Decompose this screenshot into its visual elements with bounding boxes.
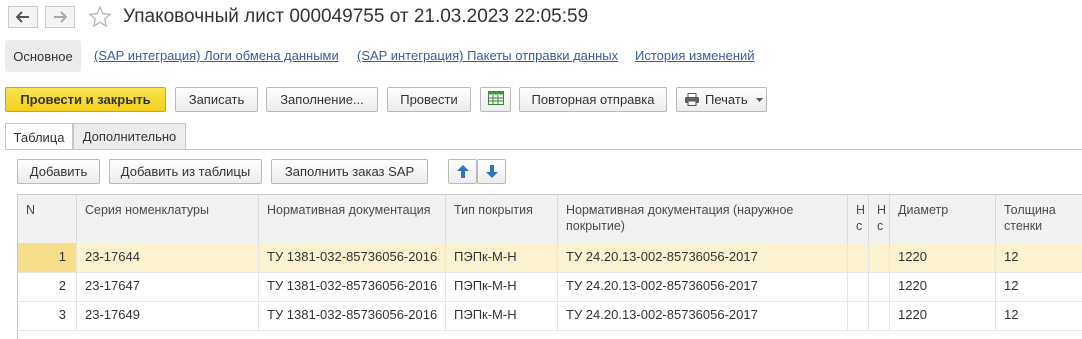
column-header-norm-doc[interactable]: Нормативная документация (259, 195, 446, 243)
section-link-sap-packages[interactable]: (SAP интеграция) Пакеты отправки данных (357, 48, 618, 64)
column-header-norm-doc-outer[interactable]: Нормативная документация (наружное покры… (558, 195, 848, 243)
cell-diameter[interactable]: 1220 (890, 272, 996, 301)
cell-series[interactable]: 23-17647 (77, 272, 259, 301)
cell-diameter[interactable]: 1220 (890, 243, 996, 272)
cell-wall[interactable]: 12 (996, 243, 1082, 272)
cell-series[interactable]: 23-17644 (77, 243, 259, 272)
cell-coating[interactable]: ПЭПк-М-Н (446, 301, 558, 330)
table-row[interactable]: 1 23-17644 ТУ 1381-032-85736056-2016 ПЭП… (18, 243, 1082, 273)
move-up-icon (456, 165, 469, 178)
cell-h1[interactable] (848, 243, 869, 272)
tab-additional[interactable]: Дополнительно (73, 123, 186, 150)
forward-button[interactable] (45, 6, 75, 28)
cell-norm-doc-outer[interactable]: ТУ 24.20.13-002-85736056-2017 (558, 272, 848, 301)
move-up-button[interactable] (448, 159, 477, 184)
page-title: Упаковочный лист 000049755 от 21.03.2023… (123, 6, 589, 27)
spreadsheet-button[interactable] (480, 87, 511, 112)
arrow-right-icon (53, 11, 67, 23)
section-link-history[interactable]: История изменений (635, 48, 755, 64)
fill-button[interactable]: Заполнение... (266, 87, 378, 112)
cell-h1[interactable] (848, 301, 869, 330)
column-header-n[interactable]: N (18, 195, 77, 243)
column-header-h1[interactable]: Н с (848, 195, 869, 243)
cell-norm-doc[interactable]: ТУ 1381-032-85736056-2016 (259, 243, 446, 272)
column-header-wall[interactable]: Толщина стенки (996, 195, 1082, 243)
cell-h2[interactable] (869, 272, 890, 301)
cell-norm-doc-outer[interactable]: ТУ 24.20.13-002-85736056-2017 (558, 243, 848, 272)
move-down-icon (485, 165, 498, 178)
cell-norm-doc[interactable]: ТУ 1381-032-85736056-2016 (259, 301, 446, 330)
cell-h2[interactable] (869, 301, 890, 330)
cell-wall[interactable]: 12 (996, 272, 1082, 301)
table-row[interactable]: 3 23-17649 ТУ 1381-032-85736056-2016 ПЭП… (18, 301, 1082, 331)
column-header-coating[interactable]: Тип покрытия (446, 195, 558, 243)
cell-n[interactable]: 3 (18, 301, 77, 330)
print-button[interactable]: Печать (676, 87, 767, 112)
column-header-series[interactable]: Серия номенклатуры (77, 195, 259, 243)
move-down-button[interactable] (477, 159, 506, 184)
tab-table[interactable]: Таблица (5, 123, 73, 150)
cell-n[interactable]: 2 (18, 272, 77, 301)
cell-h2[interactable] (869, 243, 890, 272)
add-from-table-button[interactable]: Добавить из таблицы (109, 159, 262, 184)
resend-button[interactable]: Повторная отправка (519, 87, 667, 112)
print-button-label: Печать (705, 92, 748, 107)
table-header: N Серия номенклатуры Нормативная докумен… (18, 195, 1082, 244)
arrow-left-icon (16, 11, 30, 23)
cell-wall[interactable]: 12 (996, 301, 1082, 330)
cell-norm-doc-outer[interactable]: ТУ 24.20.13-002-85736056-2017 (558, 301, 848, 330)
column-header-diameter[interactable]: Диаметр (890, 195, 996, 243)
printer-icon (685, 93, 699, 106)
cell-diameter[interactable]: 1220 (890, 301, 996, 330)
add-button[interactable]: Добавить (17, 159, 100, 184)
back-button[interactable] (8, 6, 38, 28)
column-header-h2[interactable]: Н с (869, 195, 890, 243)
items-table[interactable]: N Серия номенклатуры Нормативная докумен… (17, 194, 1082, 339)
tab-divider (5, 149, 1082, 150)
cell-h1[interactable] (848, 272, 869, 301)
save-button[interactable]: Записать (175, 87, 258, 112)
fill-sap-order-button[interactable]: Заполнить заказ SAP (271, 159, 428, 184)
dropdown-caret-icon (755, 97, 763, 102)
section-main[interactable]: Основное (5, 40, 81, 72)
cell-coating[interactable]: ПЭПк-М-Н (446, 243, 558, 272)
cell-n[interactable]: 1 (18, 243, 77, 272)
star-icon[interactable] (88, 5, 112, 32)
cell-coating[interactable]: ПЭПк-М-Н (446, 272, 558, 301)
post-button[interactable]: Провести (387, 87, 471, 112)
table-row[interactable]: 2 23-17647 ТУ 1381-032-85736056-2016 ПЭП… (18, 272, 1082, 302)
spreadsheet-icon (487, 91, 504, 108)
cell-norm-doc[interactable]: ТУ 1381-032-85736056-2016 (259, 272, 446, 301)
section-link-sap-logs[interactable]: (SAP интеграция) Логи обмена данными (94, 48, 339, 64)
cell-series[interactable]: 23-17649 (77, 301, 259, 330)
post-and-close-button[interactable]: Провести и закрыть (5, 87, 166, 112)
